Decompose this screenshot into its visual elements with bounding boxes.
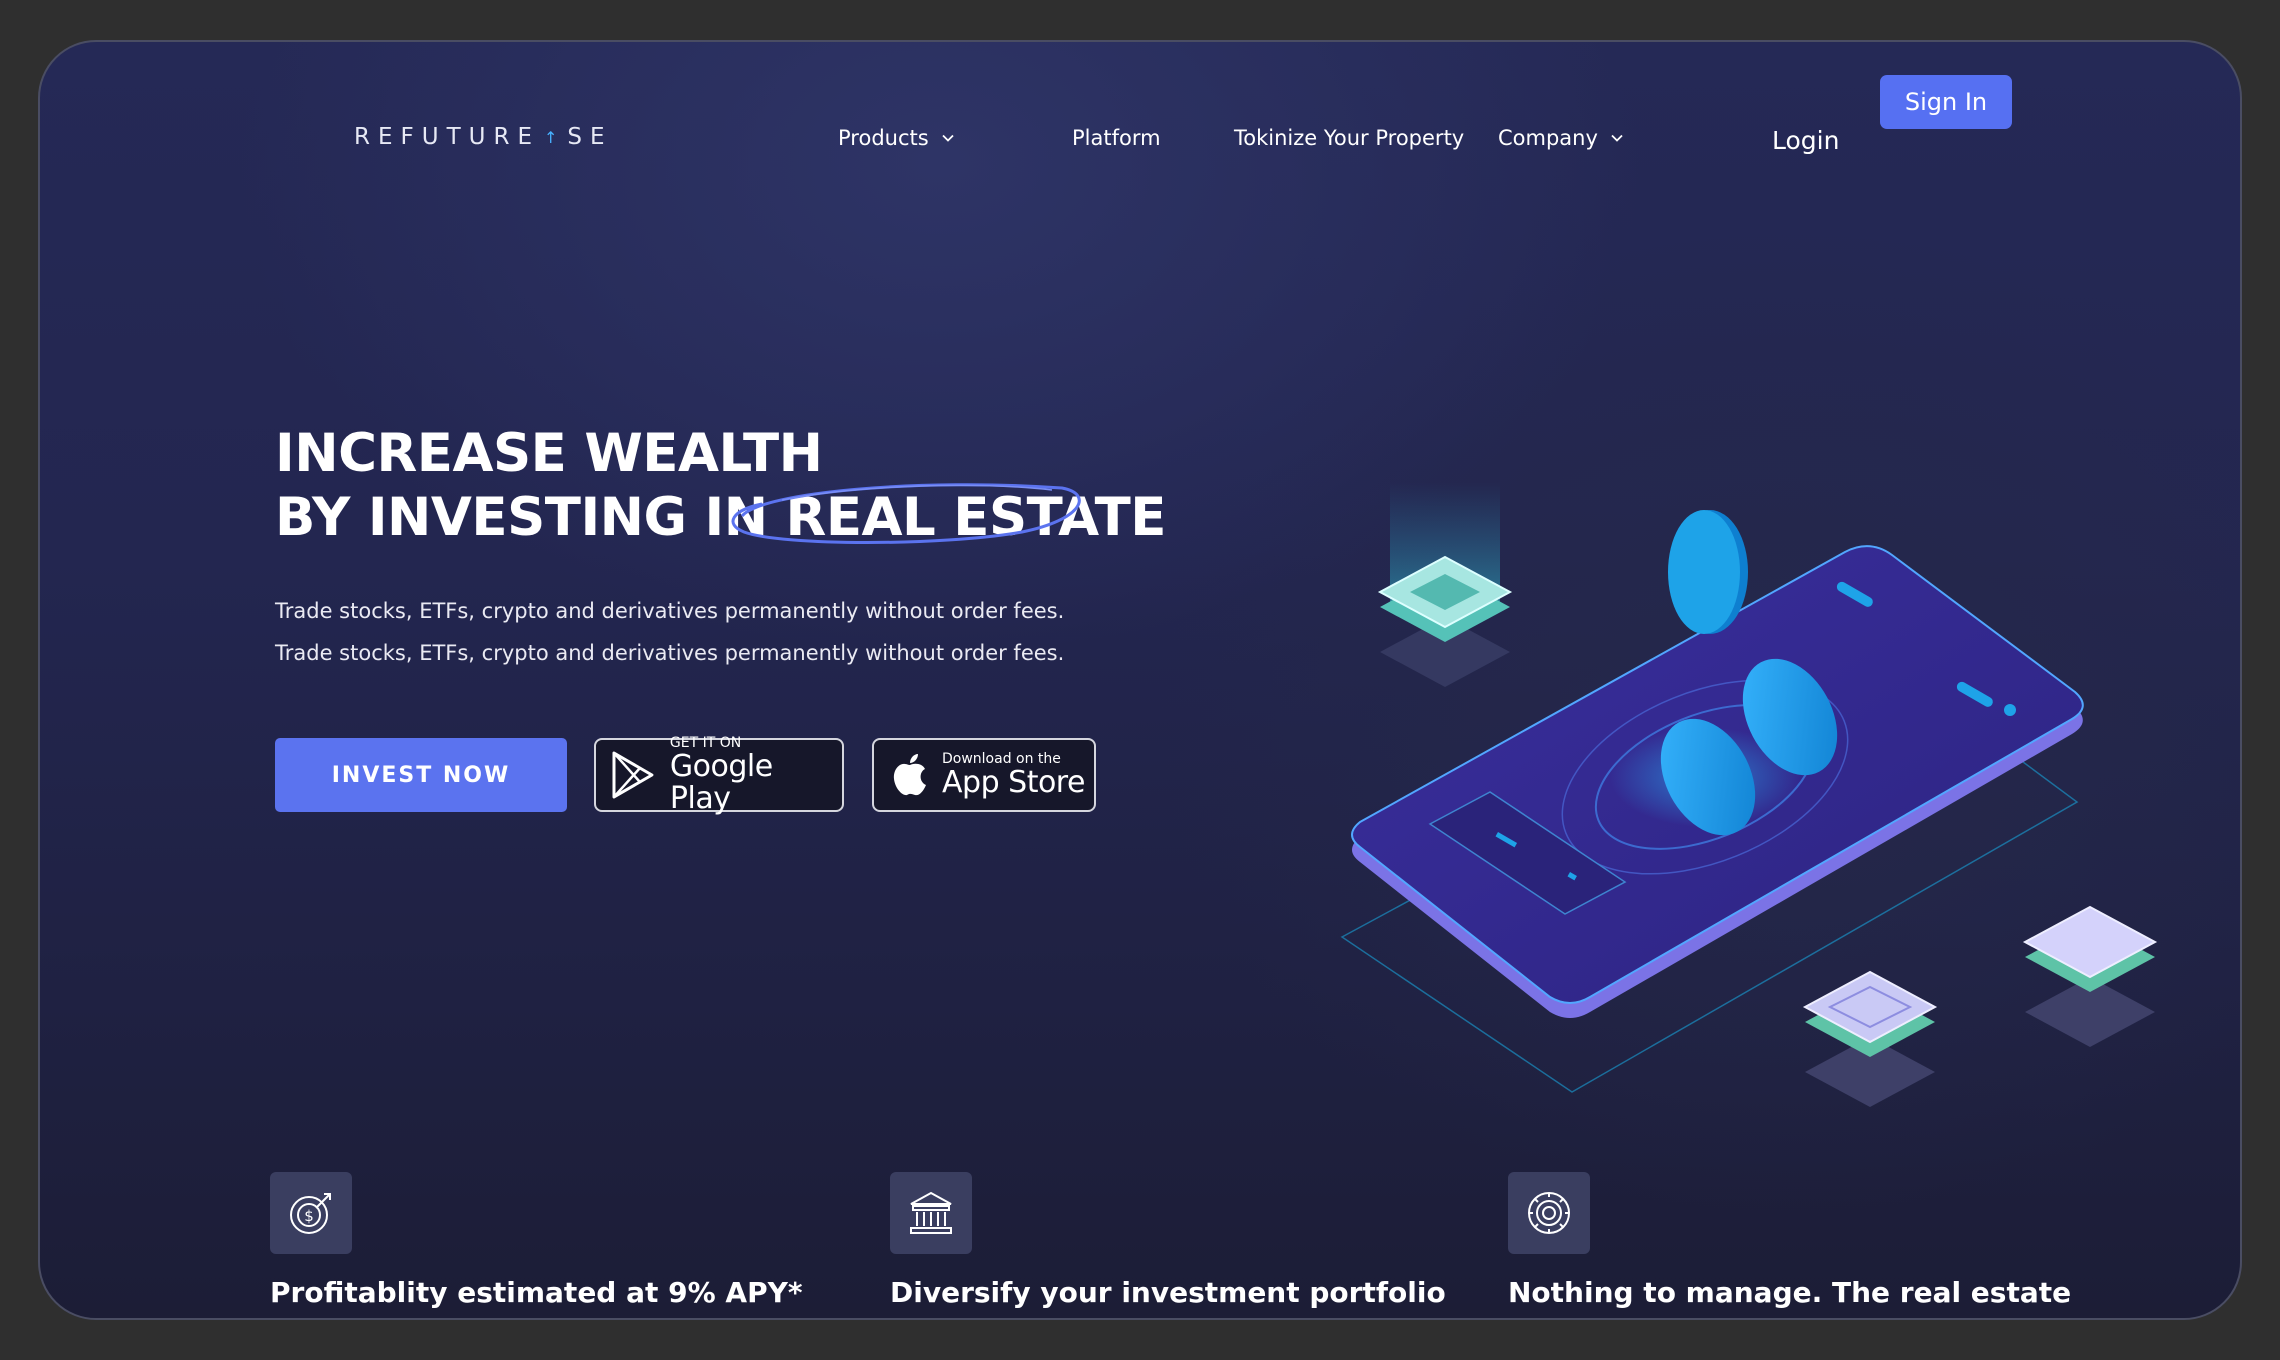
logo[interactable]: REFUTURE ↑ SE [354, 124, 613, 150]
bank-building-icon [890, 1172, 972, 1254]
feature-manage: Nothing to manage. The real estate [1508, 1172, 2071, 1309]
logo-text-left: REFUTURE [354, 124, 540, 150]
nav-products-label: Products [838, 126, 929, 150]
hero-description-line2: Trade stocks, ETFs, crypto and derivativ… [275, 641, 1065, 665]
signin-button[interactable]: Sign In [1880, 75, 2012, 129]
gear-cog-icon [1508, 1172, 1590, 1254]
nav-company[interactable]: Company [1498, 126, 1624, 150]
app-store-badge[interactable]: Download on the App Store [872, 738, 1096, 812]
nav-tokenize-label: Tokinize Your Property [1234, 126, 1465, 150]
invest-now-button[interactable]: INVEST NOW [275, 738, 567, 812]
logo-arrow-icon: ↑ [543, 127, 558, 147]
hero-title-line1: INCREASE WEALTH [275, 423, 823, 484]
hero-description-line1: Trade stocks, ETFs, crypto and derivativ… [275, 599, 1065, 623]
chevron-down-icon [1611, 134, 1623, 142]
hero-title-highlight: REAL ESTATE [785, 487, 1167, 548]
hero-description: Trade stocks, ETFs, crypto and derivativ… [275, 590, 1064, 674]
chevron-down-icon [942, 134, 954, 142]
hero-title-line2: BY INVESTING IN REAL ESTATE [275, 486, 1166, 550]
hero-title: INCREASE WEALTH BY INVESTING IN REAL EST… [275, 422, 1166, 550]
top-nav: REFUTURE ↑ SE Products Platform Tokinize… [40, 42, 2240, 162]
nav-platform-label: Platform [1072, 126, 1161, 150]
google-play-badge[interactable]: GET IT ON Google Play [594, 735, 844, 815]
isometric-phone-illustration [1340, 482, 2158, 1107]
feature-profitability: $ Profitablity estimated at 9% APY* [270, 1172, 803, 1309]
google-play-icon [612, 751, 654, 799]
nav-tokenize[interactable]: Tokinize Your Property [1234, 126, 1464, 150]
nav-products[interactable]: Products [838, 126, 955, 150]
app-store-big: App Store [942, 765, 1085, 800]
svg-text:$: $ [304, 1207, 314, 1225]
logo-text-right: SE [567, 124, 613, 150]
target-dollar-icon: $ [270, 1172, 352, 1254]
hero-title-line2-a: BY INVESTING IN [275, 487, 768, 548]
page-frame: REFUTURE ↑ SE Products Platform Tokinize… [38, 40, 2242, 1320]
feature-diversify-text: Diversify your investment portfolio [890, 1276, 1446, 1309]
nav-platform[interactable]: Platform [1072, 126, 1161, 150]
feature-diversify: Diversify your investment portfolio [890, 1172, 1446, 1309]
login-link[interactable]: Login [1772, 126, 1839, 155]
google-play-text: GET IT ON Google Play [670, 735, 842, 815]
apple-icon [893, 754, 926, 796]
google-play-big: Google Play [669, 749, 773, 816]
feature-manage-text: Nothing to manage. The real estate [1508, 1276, 2072, 1309]
feature-profitability-text: Profitablity estimated at 9% APY* [270, 1276, 803, 1309]
app-store-text: Download on the App Store [942, 751, 1085, 799]
nav-company-label: Company [1498, 126, 1598, 150]
